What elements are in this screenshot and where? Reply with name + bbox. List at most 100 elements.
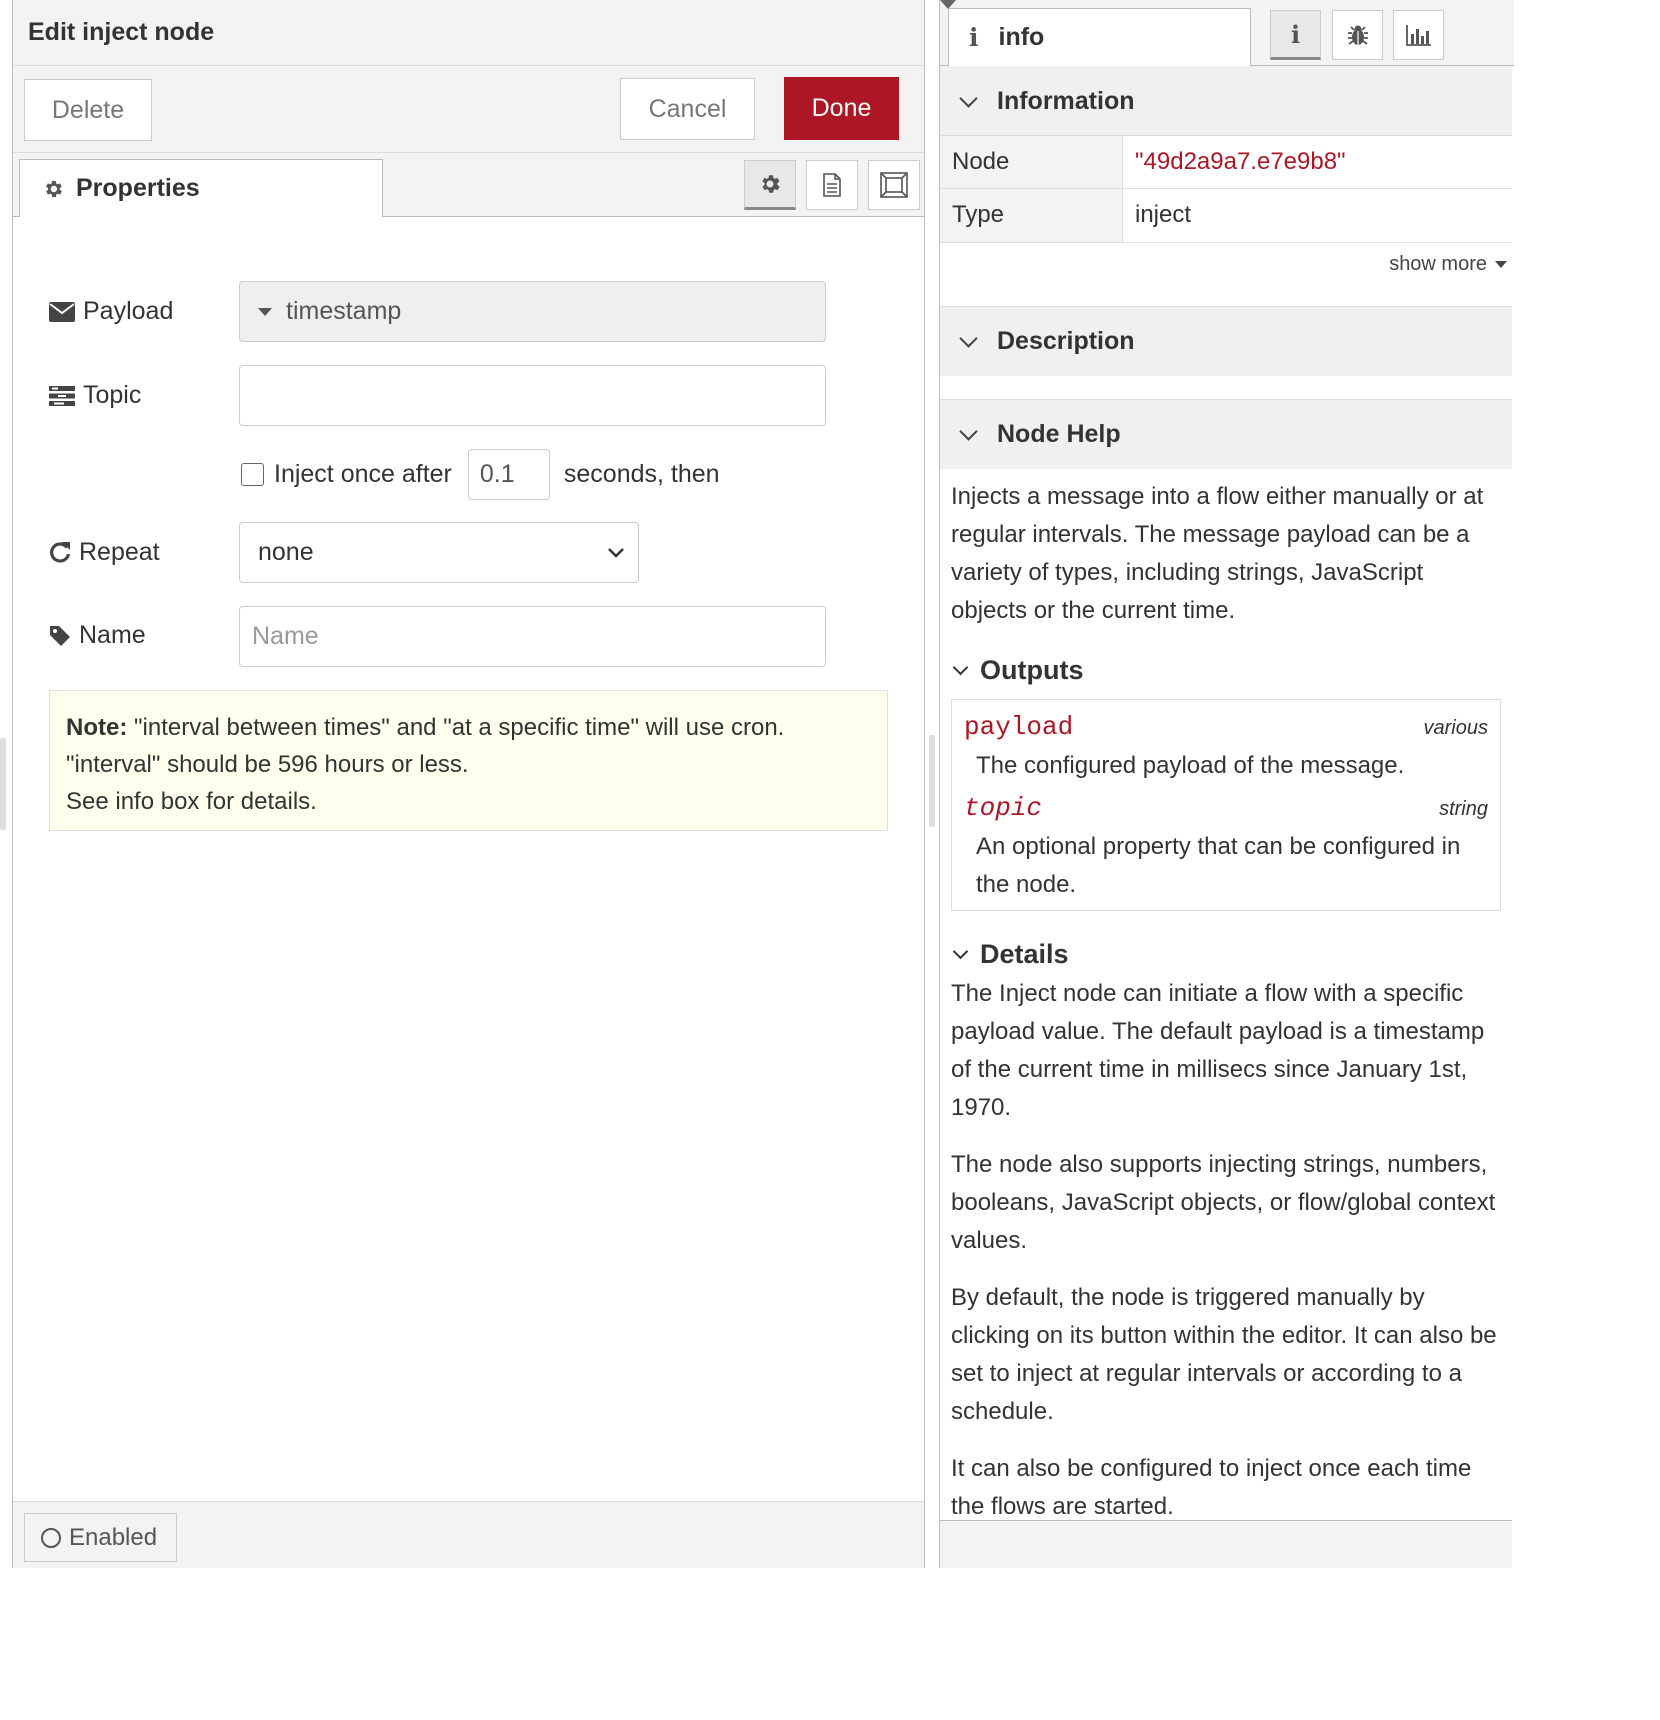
caret-down-icon — [1495, 261, 1507, 268]
inject-delay-input[interactable]: 0.1 — [467, 448, 550, 500]
tag-icon — [50, 625, 70, 646]
inject-once-checkbox[interactable] — [241, 462, 264, 486]
repeat-label-text: Repeat — [79, 538, 160, 566]
help-intro: Injects a message into a flow either man… — [951, 483, 1484, 624]
tab-info[interactable]: i info — [948, 8, 1251, 66]
tray-title: Edit inject node — [28, 18, 215, 46]
details-paragraph: By default, the node is triggered manual… — [951, 1284, 1497, 1425]
output-type: various — [1423, 717, 1488, 739]
details-heading[interactable]: Details — [951, 933, 1501, 975]
tab-info-label: info — [998, 23, 1045, 51]
chevron-down-icon — [952, 659, 969, 675]
payload-label-text: Payload — [83, 297, 174, 325]
gear-icon — [762, 175, 780, 193]
repeat-select[interactable]: none — [239, 522, 639, 583]
caret-down-icon — [258, 307, 272, 316]
info-sidebar: i info i Information Node "49d2a9a7.e7e9… — [939, 0, 1514, 1568]
output-desc: The configured payload of the message. — [976, 752, 1405, 779]
bar-chart-icon — [1405, 25, 1431, 46]
gear-icon — [46, 180, 62, 197]
left-resize-handle[interactable] — [0, 738, 6, 830]
chevron-down-icon — [959, 329, 978, 348]
details-paragraph: The node also supports injecting strings… — [951, 1151, 1496, 1254]
note-line3: See info box for details. — [66, 788, 317, 815]
info-tab-button[interactable]: i — [1270, 10, 1321, 60]
table-row: Node "49d2a9a7.e7e9b8" — [940, 135, 1512, 189]
name-label-text: Name — [79, 621, 146, 649]
details-paragraph: It can also be configured to inject once… — [951, 1455, 1472, 1520]
information-heading: Information — [997, 86, 1135, 115]
note-line1: "interval between times" and "at a speci… — [127, 714, 785, 741]
node-settings-button[interactable] — [744, 160, 796, 210]
sidebar-tabs: i info i — [940, 0, 1514, 66]
node-appearance-button[interactable] — [868, 160, 920, 210]
list-item: topic string — [964, 789, 1488, 828]
tray-footer: Enabled — [13, 1501, 924, 1568]
tray-header: Edit inject node — [13, 0, 924, 66]
chevron-down-icon — [959, 422, 978, 441]
description-heading: Description — [997, 327, 1135, 355]
details-heading-text: Details — [980, 939, 1069, 969]
payload-label: Payload — [49, 297, 173, 326]
show-more-label: show more — [1389, 253, 1487, 275]
topic-input[interactable] — [239, 365, 826, 426]
node-key: Node — [940, 136, 1123, 188]
info-icon: i — [1290, 19, 1301, 49]
information-section-header[interactable]: Information — [940, 66, 1512, 136]
chevron-down-icon — [608, 547, 624, 558]
note-line2: "interval" should be 596 hours or less. — [66, 751, 469, 778]
table-row: Type inject — [940, 189, 1512, 243]
info-table: Node "49d2a9a7.e7e9b8" Type inject — [940, 135, 1512, 243]
list-item: payload various — [964, 708, 1488, 747]
payload-value: timestamp — [286, 297, 402, 325]
outputs-heading[interactable]: Outputs — [951, 649, 1501, 691]
type-key: Type — [940, 189, 1123, 242]
show-more-link[interactable]: show more — [1389, 253, 1507, 276]
repeat-value: none — [258, 538, 314, 566]
name-label: Name — [49, 621, 146, 650]
payload-type-input[interactable]: timestamp — [239, 281, 826, 342]
repeat-row: Repeat — [49, 538, 160, 567]
repeat-label: Repeat — [49, 538, 160, 567]
output-desc: An optional property that can be configu… — [976, 833, 1461, 898]
sidebar-footer — [940, 1520, 1512, 1568]
output-name: topic — [964, 793, 1043, 823]
edit-node-tray: Edit inject node Delete Cancel Done Prop… — [12, 0, 925, 1568]
bug-icon — [1347, 25, 1368, 45]
topic-label: Topic — [49, 381, 141, 410]
cancel-button[interactable]: Cancel — [620, 78, 755, 140]
enabled-label: Enabled — [69, 1523, 158, 1551]
sidebar-resize-handle[interactable] — [929, 735, 935, 827]
node-help-section-header[interactable]: Node Help — [940, 399, 1512, 469]
circle-icon — [41, 1527, 61, 1548]
node-id-value[interactable]: "49d2a9a7.e7e9b8" — [1123, 136, 1358, 188]
dashboard-tab-button[interactable] — [1393, 10, 1444, 60]
debug-tab-button[interactable] — [1332, 10, 1383, 60]
tab-properties-label: Properties — [76, 174, 200, 202]
tab-properties[interactable]: Properties — [19, 159, 383, 217]
tasks-icon — [49, 385, 75, 406]
inject-once-row: Inject once after 0.1 seconds, then — [241, 448, 720, 500]
enabled-toggle[interactable]: Enabled — [24, 1513, 177, 1562]
outputs-list: payload various The configured payload o… — [951, 699, 1501, 911]
done-button[interactable]: Done — [784, 77, 899, 140]
note-box: Note: "interval between times" and "at a… — [49, 690, 888, 831]
name-input[interactable]: Name — [239, 606, 826, 667]
repeat-icon — [50, 541, 71, 563]
inject-once-suffix: seconds, then — [563, 459, 720, 488]
details-paragraph: The Inject node can initiate a flow with… — [951, 980, 1485, 1121]
name-row: Name — [49, 621, 146, 650]
description-section-header[interactable]: Description — [940, 306, 1512, 376]
chevron-down-icon — [952, 943, 969, 959]
payload-row: Payload — [49, 297, 173, 326]
chevron-down-icon — [959, 88, 978, 108]
inject-once-label: Inject once after — [274, 459, 452, 488]
document-icon — [823, 173, 841, 197]
node-help-content: Injects a message into a flow either man… — [951, 478, 1501, 1545]
outputs-heading-text: Outputs — [980, 655, 1084, 685]
node-description-button[interactable] — [806, 160, 858, 210]
tray-tabs: Properties — [13, 153, 924, 217]
appearance-icon — [880, 172, 908, 198]
topic-label-text: Topic — [83, 381, 142, 409]
delete-button[interactable]: Delete — [24, 79, 152, 141]
